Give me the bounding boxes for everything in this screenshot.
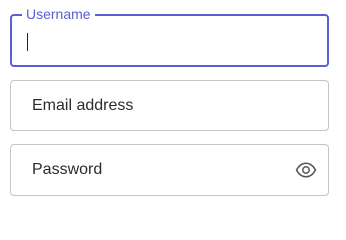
email-placeholder: Email address [32, 96, 134, 114]
username-field[interactable]: Username [10, 6, 329, 67]
username-label: Username [22, 6, 95, 22]
text-caret [27, 33, 28, 51]
password-field[interactable]: Password [10, 144, 329, 196]
eye-icon[interactable] [295, 162, 317, 178]
email-field[interactable]: Email address [10, 80, 329, 131]
password-placeholder: Password [32, 161, 103, 178]
